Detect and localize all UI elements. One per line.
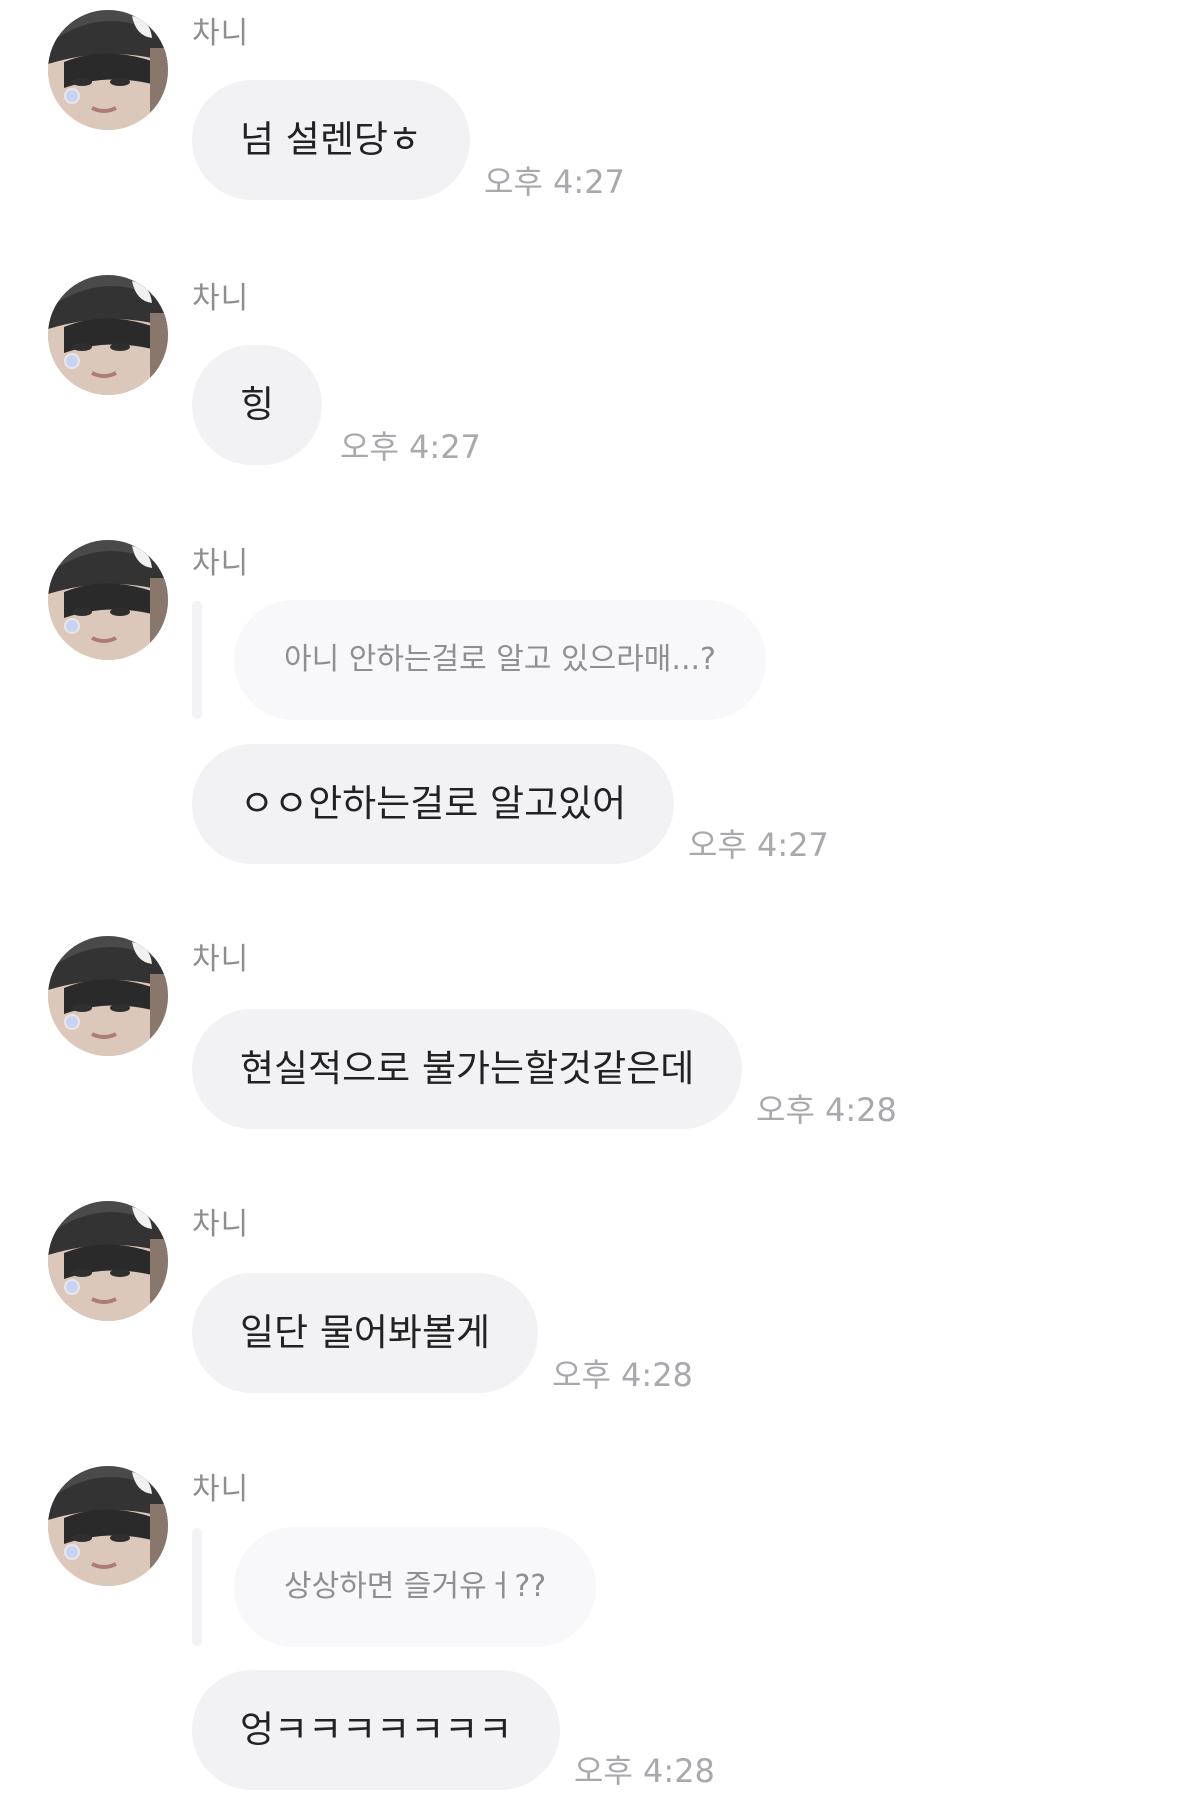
sender-name: 차니: [192, 1207, 250, 1242]
avatar[interactable]: [48, 275, 168, 395]
profile-photo-icon: [48, 275, 168, 395]
message-time: 오후 4:28: [552, 1356, 693, 1394]
message-time: 오후 4:27: [340, 428, 481, 466]
message-time: 오후 4:28: [574, 1752, 715, 1790]
message-bubble[interactable]: ㅇㅇ안하는걸로 알고있어: [192, 744, 675, 864]
profile-photo-icon: [48, 1201, 168, 1321]
message-bubble[interactable]: 넘 설렌당ㅎ: [192, 80, 470, 200]
quoted-message[interactable]: 아니 안하는걸로 알고 있으라매...?: [234, 600, 766, 720]
avatar[interactable]: [48, 10, 168, 130]
profile-photo-icon: [48, 1466, 168, 1586]
profile-photo-icon: [48, 10, 168, 130]
message-bubble[interactable]: 엉ㅋㅋㅋㅋㅋㅋㅋ: [192, 1670, 561, 1790]
reply-indicator: [192, 1528, 202, 1646]
sender-name: 차니: [192, 546, 250, 581]
chat-message-list: 차니 넘 설렌당ㅎ 오후 4:27 차니 힝 오후 4:27 차니 아니 안하는…: [0, 0, 1179, 1798]
avatar[interactable]: [48, 540, 168, 660]
profile-photo-icon: [48, 540, 168, 660]
avatar[interactable]: [48, 1466, 168, 1586]
message-bubble[interactable]: 현실적으로 불가는할것같은데: [192, 1009, 743, 1129]
sender-name: 차니: [192, 281, 250, 316]
message-time: 오후 4:27: [484, 163, 625, 201]
quoted-message[interactable]: 상상하면 즐거유ㅓ??: [234, 1527, 597, 1647]
message-bubble[interactable]: 힝: [192, 345, 323, 465]
reply-indicator: [192, 601, 202, 719]
sender-name: 차니: [192, 1472, 250, 1507]
message-bubble[interactable]: 일단 물어봐볼게: [192, 1273, 539, 1393]
message-time: 오후 4:28: [756, 1091, 897, 1129]
avatar[interactable]: [48, 1201, 168, 1321]
sender-name: 차니: [192, 942, 250, 977]
avatar[interactable]: [48, 936, 168, 1056]
message-time: 오후 4:27: [688, 826, 829, 864]
sender-name: 차니: [192, 16, 250, 51]
profile-photo-icon: [48, 936, 168, 1056]
